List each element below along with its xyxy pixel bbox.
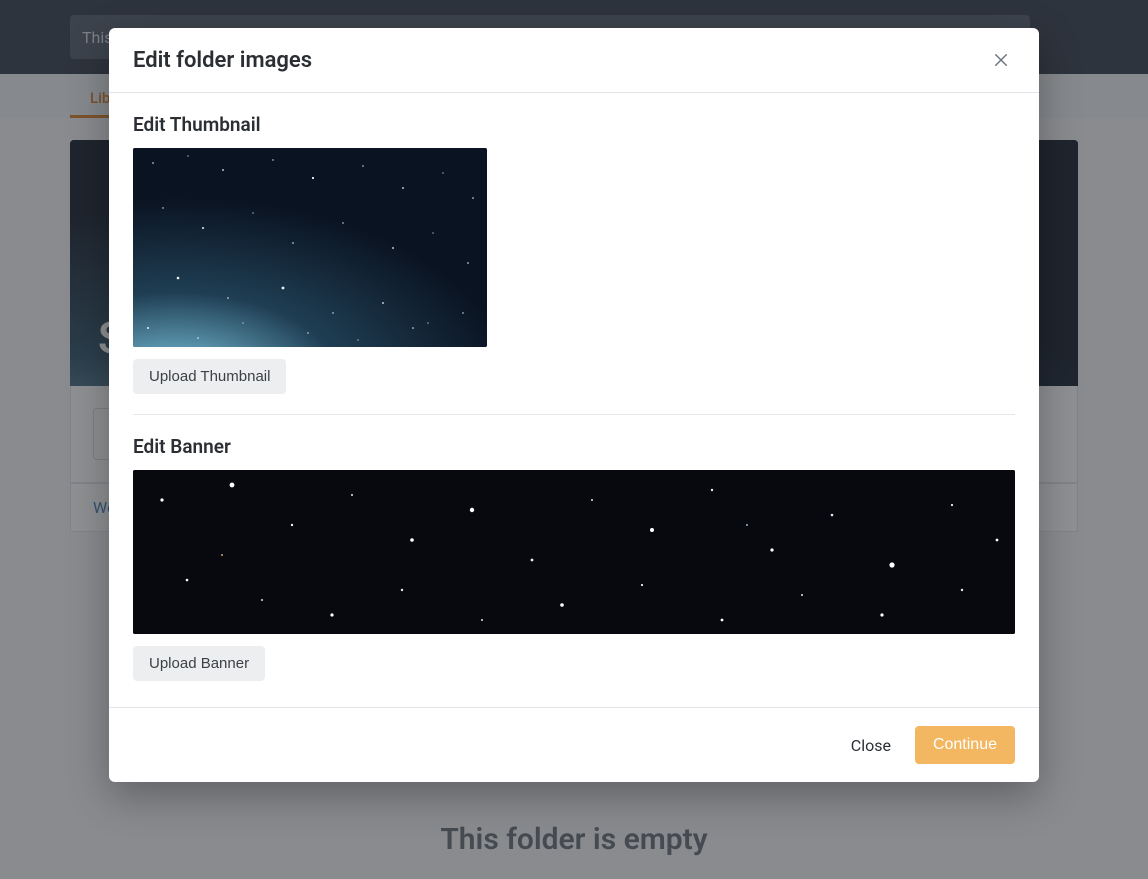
modal-header: Edit folder images bbox=[109, 28, 1039, 93]
close-button[interactable]: Close bbox=[851, 736, 891, 755]
close-icon bbox=[992, 51, 1010, 69]
modal-title: Edit folder images bbox=[133, 48, 312, 73]
continue-button[interactable]: Continue bbox=[915, 726, 1015, 764]
modal-close-button[interactable] bbox=[987, 46, 1015, 74]
banner-heading: Edit Banner bbox=[133, 435, 1015, 458]
thumbnail-heading: Edit Thumbnail bbox=[133, 113, 1015, 136]
upload-thumbnail-button[interactable]: Upload Thumbnail bbox=[133, 359, 286, 394]
modal-body: Edit Thumbnail bbox=[109, 93, 1039, 707]
upload-banner-button[interactable]: Upload Banner bbox=[133, 646, 265, 681]
edit-folder-images-modal: Edit folder images Edit Thumbnail bbox=[109, 28, 1039, 782]
section-divider bbox=[133, 414, 1015, 415]
banner-preview bbox=[133, 470, 1015, 634]
thumbnail-preview bbox=[133, 148, 487, 347]
modal-footer: Close Continue bbox=[109, 707, 1039, 782]
modal-overlay: Edit folder images Edit Thumbnail bbox=[0, 0, 1148, 879]
